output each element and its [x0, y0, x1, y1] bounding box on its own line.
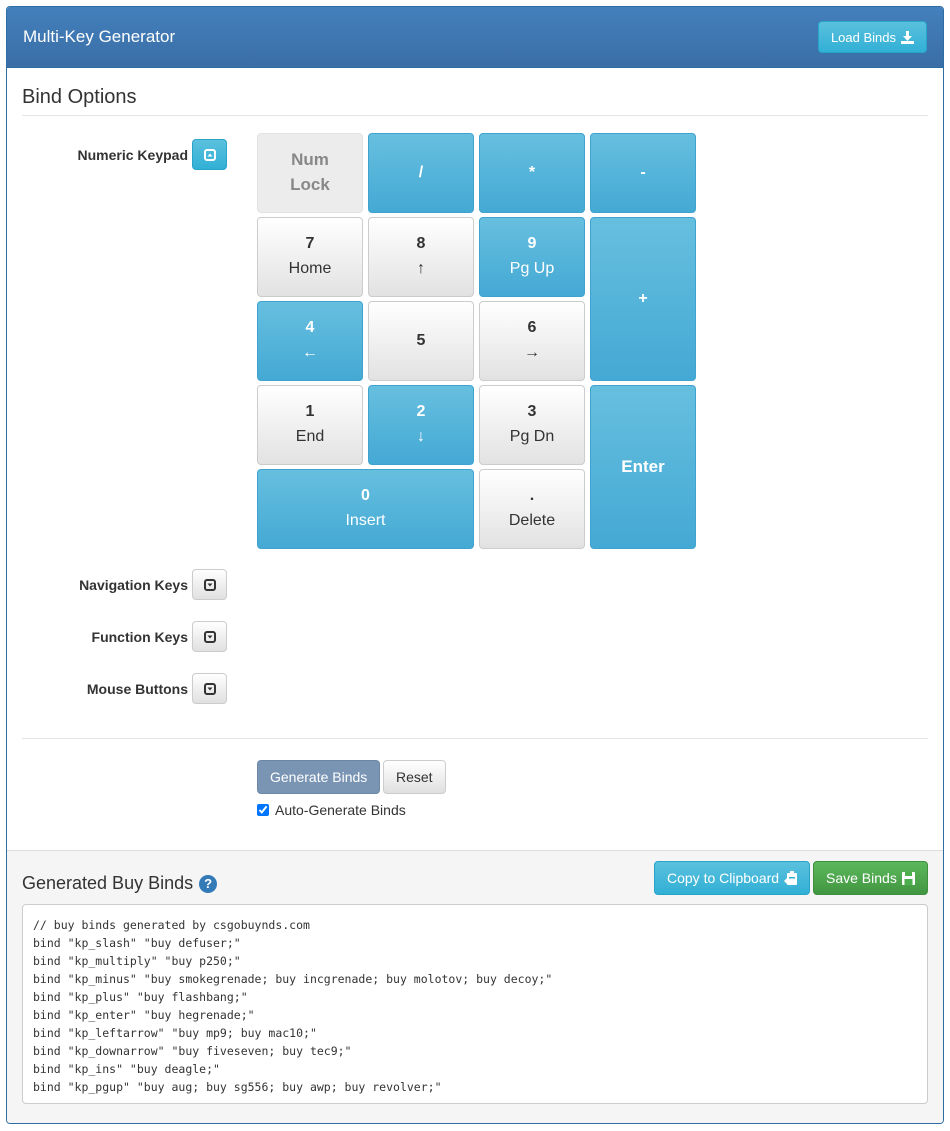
bind-line: bind "kp_ins" "buy deagle;" [33, 1062, 220, 1076]
key-main-label: Enter [621, 456, 665, 476]
bind-line: bind "kp_slash" "buy defuser;" [33, 936, 241, 950]
bind-line: bind "kp_enter" "buy hegrenade;" [33, 1008, 255, 1022]
generated-binds-heading: Generated Buy Binds ? [22, 873, 218, 894]
question-circle-icon[interactable]: ? [199, 874, 218, 893]
copy-to-clipboard-button[interactable]: Copy to Clipboard [654, 861, 811, 895]
key-1-end[interactable]: 1 End [257, 385, 363, 465]
save-label: Save Binds [826, 870, 897, 886]
save-binds-button[interactable]: Save Binds [813, 861, 928, 895]
bind-line: bind "kp_minus" "buy smokegrenade; buy i… [33, 972, 553, 986]
key-multiply[interactable]: * [479, 133, 585, 213]
auto-generate-label: Auto-Generate Binds [275, 802, 406, 818]
generated-binds-footer: Generated Buy Binds ? Copy to Clipboard … [7, 850, 943, 1123]
form-divider [22, 738, 928, 739]
key-main-label: 7 [305, 235, 315, 253]
key-3-pgdn[interactable]: 3 Pg Dn [479, 385, 585, 465]
bind-line: bind "kp_leftarrow" "buy mp9; buy mac10;… [33, 1026, 317, 1040]
key-4-left[interactable]: 4 ← [257, 301, 363, 381]
generated-binds-title: Generated Buy Binds [22, 873, 194, 893]
key-main-label: 2 [416, 403, 426, 421]
copy-label: Copy to Clipboard [667, 870, 780, 886]
numeric-keypad-toggle[interactable] [192, 139, 227, 170]
key-sub-label: End [295, 428, 325, 445]
function-keys-toggle[interactable] [192, 621, 227, 652]
key-sub-label: Home [288, 260, 332, 277]
key-main-label: 1 [305, 403, 315, 421]
page-title: Multi-Key Generator [23, 27, 176, 46]
key-main-label: Num [291, 150, 329, 170]
collapse-down-icon [203, 630, 216, 643]
load-binds-label: Load Binds [830, 29, 896, 45]
key-2-down[interactable]: 2 ↓ [368, 385, 474, 465]
clipboard-icon [784, 871, 798, 885]
key-sub-label: Lock [290, 175, 330, 194]
bind-line: // buy binds generated by csgobuynds.com [33, 918, 310, 932]
function-keys-label: Function Keys [91, 629, 188, 645]
key-enter[interactable]: Enter [590, 385, 696, 549]
key-main-label: 6 [527, 319, 537, 337]
arrow-right-icon: → [524, 344, 540, 361]
key-8-up[interactable]: 8 ↑ [368, 217, 474, 297]
key-slash[interactable]: / [368, 133, 474, 213]
mouse-buttons-label: Mouse Buttons [86, 681, 188, 697]
key-main-label: 5 [416, 331, 426, 349]
key-sub-label: Pg Up [509, 260, 555, 277]
bind-line: bind "kp_multiply" "buy p250;" [33, 954, 241, 968]
key-main-label: 3 [527, 403, 537, 421]
collapse-up-icon [203, 148, 216, 161]
reset-button[interactable]: Reset [383, 760, 446, 794]
bind-line: bind "kp_pgup" "buy aug; buy sg556; buy … [33, 1080, 442, 1094]
key-main-label: * [528, 163, 536, 181]
multi-key-generator-panel: Multi-Key Generator Load Binds Bind Opti… [6, 6, 944, 1124]
key-main-label: + [638, 289, 648, 307]
key-7-home[interactable]: 7 Home [257, 217, 363, 297]
key-sub-label: Pg Dn [509, 428, 555, 445]
key-minus[interactable]: - [590, 133, 696, 213]
key-main-label: 0 [361, 487, 370, 505]
key-main-label: 4 [305, 319, 315, 337]
key-sub-label: Insert [345, 512, 386, 529]
bind-line: bind "kp_plus" "buy flashbang;" [33, 990, 248, 1004]
bind-options-body: Bind Options [7, 86, 943, 116]
key-main-label: 8 [416, 235, 426, 253]
key-main-label: - [640, 163, 646, 181]
key-6-right[interactable]: 6 → [479, 301, 585, 381]
navigation-keys-toggle[interactable] [192, 569, 227, 600]
bind-options-legend: Bind Options [22, 86, 928, 116]
key-5[interactable]: 5 [368, 301, 474, 381]
key-main-label: . [529, 487, 535, 505]
key-num-lock[interactable]: Num Lock [257, 133, 363, 213]
key-0-insert[interactable]: 0 Insert [257, 469, 474, 549]
generate-binds-button[interactable]: Generate Binds [257, 760, 381, 794]
key-sub-label: Delete [508, 512, 556, 529]
generated-binds-output[interactable]: // buy binds generated by csgobuynds.com… [22, 904, 928, 1104]
arrow-up-icon: ↑ [417, 260, 425, 277]
navigation-keys-label: Navigation Keys [79, 577, 188, 593]
panel-header: Multi-Key Generator Load Binds [7, 7, 943, 68]
numeric-keypad: Num Lock / * - 7 Home 8 ↑ 9 Pg Up + 4 ← [257, 133, 696, 549]
key-plus[interactable]: + [590, 217, 696, 381]
arrow-down-icon: ↓ [417, 428, 425, 445]
mouse-buttons-toggle[interactable] [192, 673, 227, 704]
collapse-down-icon [203, 578, 216, 591]
key-9-pgup[interactable]: 9 Pg Up [479, 217, 585, 297]
floppy-disk-icon [901, 871, 915, 885]
auto-generate-option[interactable]: Auto-Generate Binds [257, 802, 406, 818]
bind-line: bind "kp_downarrow" "buy fiveseven; buy … [33, 1044, 352, 1058]
download-icon [901, 30, 914, 44]
key-main-label: / [418, 163, 424, 181]
collapse-down-icon [203, 682, 216, 695]
numeric-keypad-label: Numeric Keypad [77, 147, 188, 163]
key-dot-delete[interactable]: . Delete [479, 469, 585, 549]
key-main-label: 9 [527, 235, 537, 253]
load-binds-button[interactable]: Load Binds [817, 21, 927, 53]
auto-generate-checkbox[interactable] [257, 804, 269, 816]
arrow-left-icon: ← [302, 344, 318, 361]
